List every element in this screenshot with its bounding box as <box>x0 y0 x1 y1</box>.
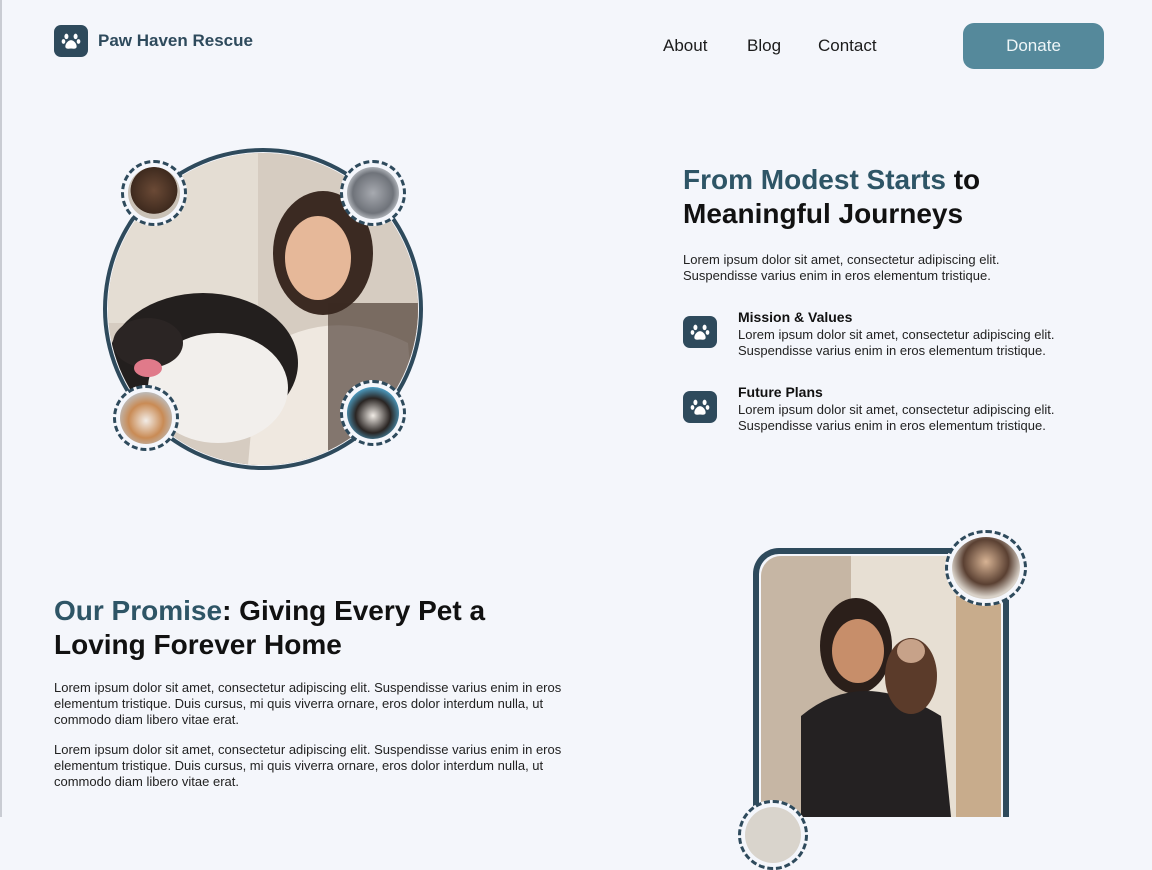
dog-avatar-bernese <box>340 380 406 446</box>
donate-button[interactable]: Donate <box>963 23 1104 69</box>
paragraph-line: commodo diam libero vitae erat. <box>54 774 239 789</box>
cat-avatar-grey <box>340 160 406 226</box>
section2-title: Our Promise: Giving Every Pet a Loving F… <box>54 594 485 662</box>
feature-title-mission: Mission & Values <box>738 309 853 325</box>
section2-paragraph-1: Lorem ipsum dolor sit amet, consectetur … <box>54 680 561 728</box>
paragraph-line: Lorem ipsum dolor sit amet, consectetur … <box>54 680 562 695</box>
section1-title: From Modest Starts to Meaningful Journey… <box>683 163 980 231</box>
brand-name: Paw Haven Rescue <box>98 31 253 50</box>
paragraph-line: commodo diam libero vitae erat. <box>54 712 239 727</box>
paragraph-line: Lorem ipsum dolor sit amet, consectetur … <box>54 742 562 757</box>
section2-title-accent: Our Promise <box>54 595 223 626</box>
section1-intro-line1: Lorem ipsum dolor sit amet, consectetur … <box>683 252 1000 267</box>
feature-desc-future: Lorem ipsum dolor sit amet, consectetur … <box>738 402 1054 434</box>
dog-avatar-brown <box>121 160 187 226</box>
section1-title-accent: From Modest Starts <box>683 164 946 195</box>
pet-avatar-bottom <box>738 800 808 870</box>
feature-desc-line: Lorem ipsum dolor sit amet, consectetur … <box>738 327 1055 342</box>
section1-intro: Lorem ipsum dolor sit amet, consectetur … <box>683 252 999 284</box>
paragraph-line: elementum tristique. Duis cursus, mi qui… <box>54 758 544 773</box>
paw-icon <box>54 25 88 57</box>
woman-avatar-small <box>945 530 1027 606</box>
section1-title-rest2: Meaningful Journeys <box>683 198 964 229</box>
window-edge <box>0 0 2 817</box>
brand-logo[interactable]: Paw Haven Rescue <box>54 25 253 57</box>
section1-intro-line2: Suspendisse varius enim in eros elementu… <box>683 268 991 283</box>
feature-desc-line: Suspendisse varius enim in eros elementu… <box>738 418 1046 433</box>
feature-desc-mission: Lorem ipsum dolor sit amet, consectetur … <box>738 327 1054 359</box>
paw-icon <box>683 316 717 348</box>
nav-about[interactable]: About <box>663 36 707 56</box>
section2-paragraph-2: Lorem ipsum dolor sit amet, consectetur … <box>54 742 561 790</box>
section2-title-rest1: : Giving Every Pet a <box>222 595 486 626</box>
section2-title-rest2: Loving Forever Home <box>54 629 342 660</box>
feature-desc-line: Lorem ipsum dolor sit amet, consectetur … <box>738 402 1055 417</box>
nav-blog[interactable]: Blog <box>747 36 781 56</box>
nav-contact[interactable]: Contact <box>818 36 877 56</box>
section1-title-rest1: to <box>945 164 981 195</box>
feature-title-future: Future Plans <box>738 384 823 400</box>
paragraph-line: elementum tristique. Duis cursus, mi qui… <box>54 696 544 711</box>
paw-icon <box>683 391 717 423</box>
feature-desc-line: Suspendisse varius enim in eros elementu… <box>738 343 1046 358</box>
cat-avatar-calico <box>113 385 179 451</box>
